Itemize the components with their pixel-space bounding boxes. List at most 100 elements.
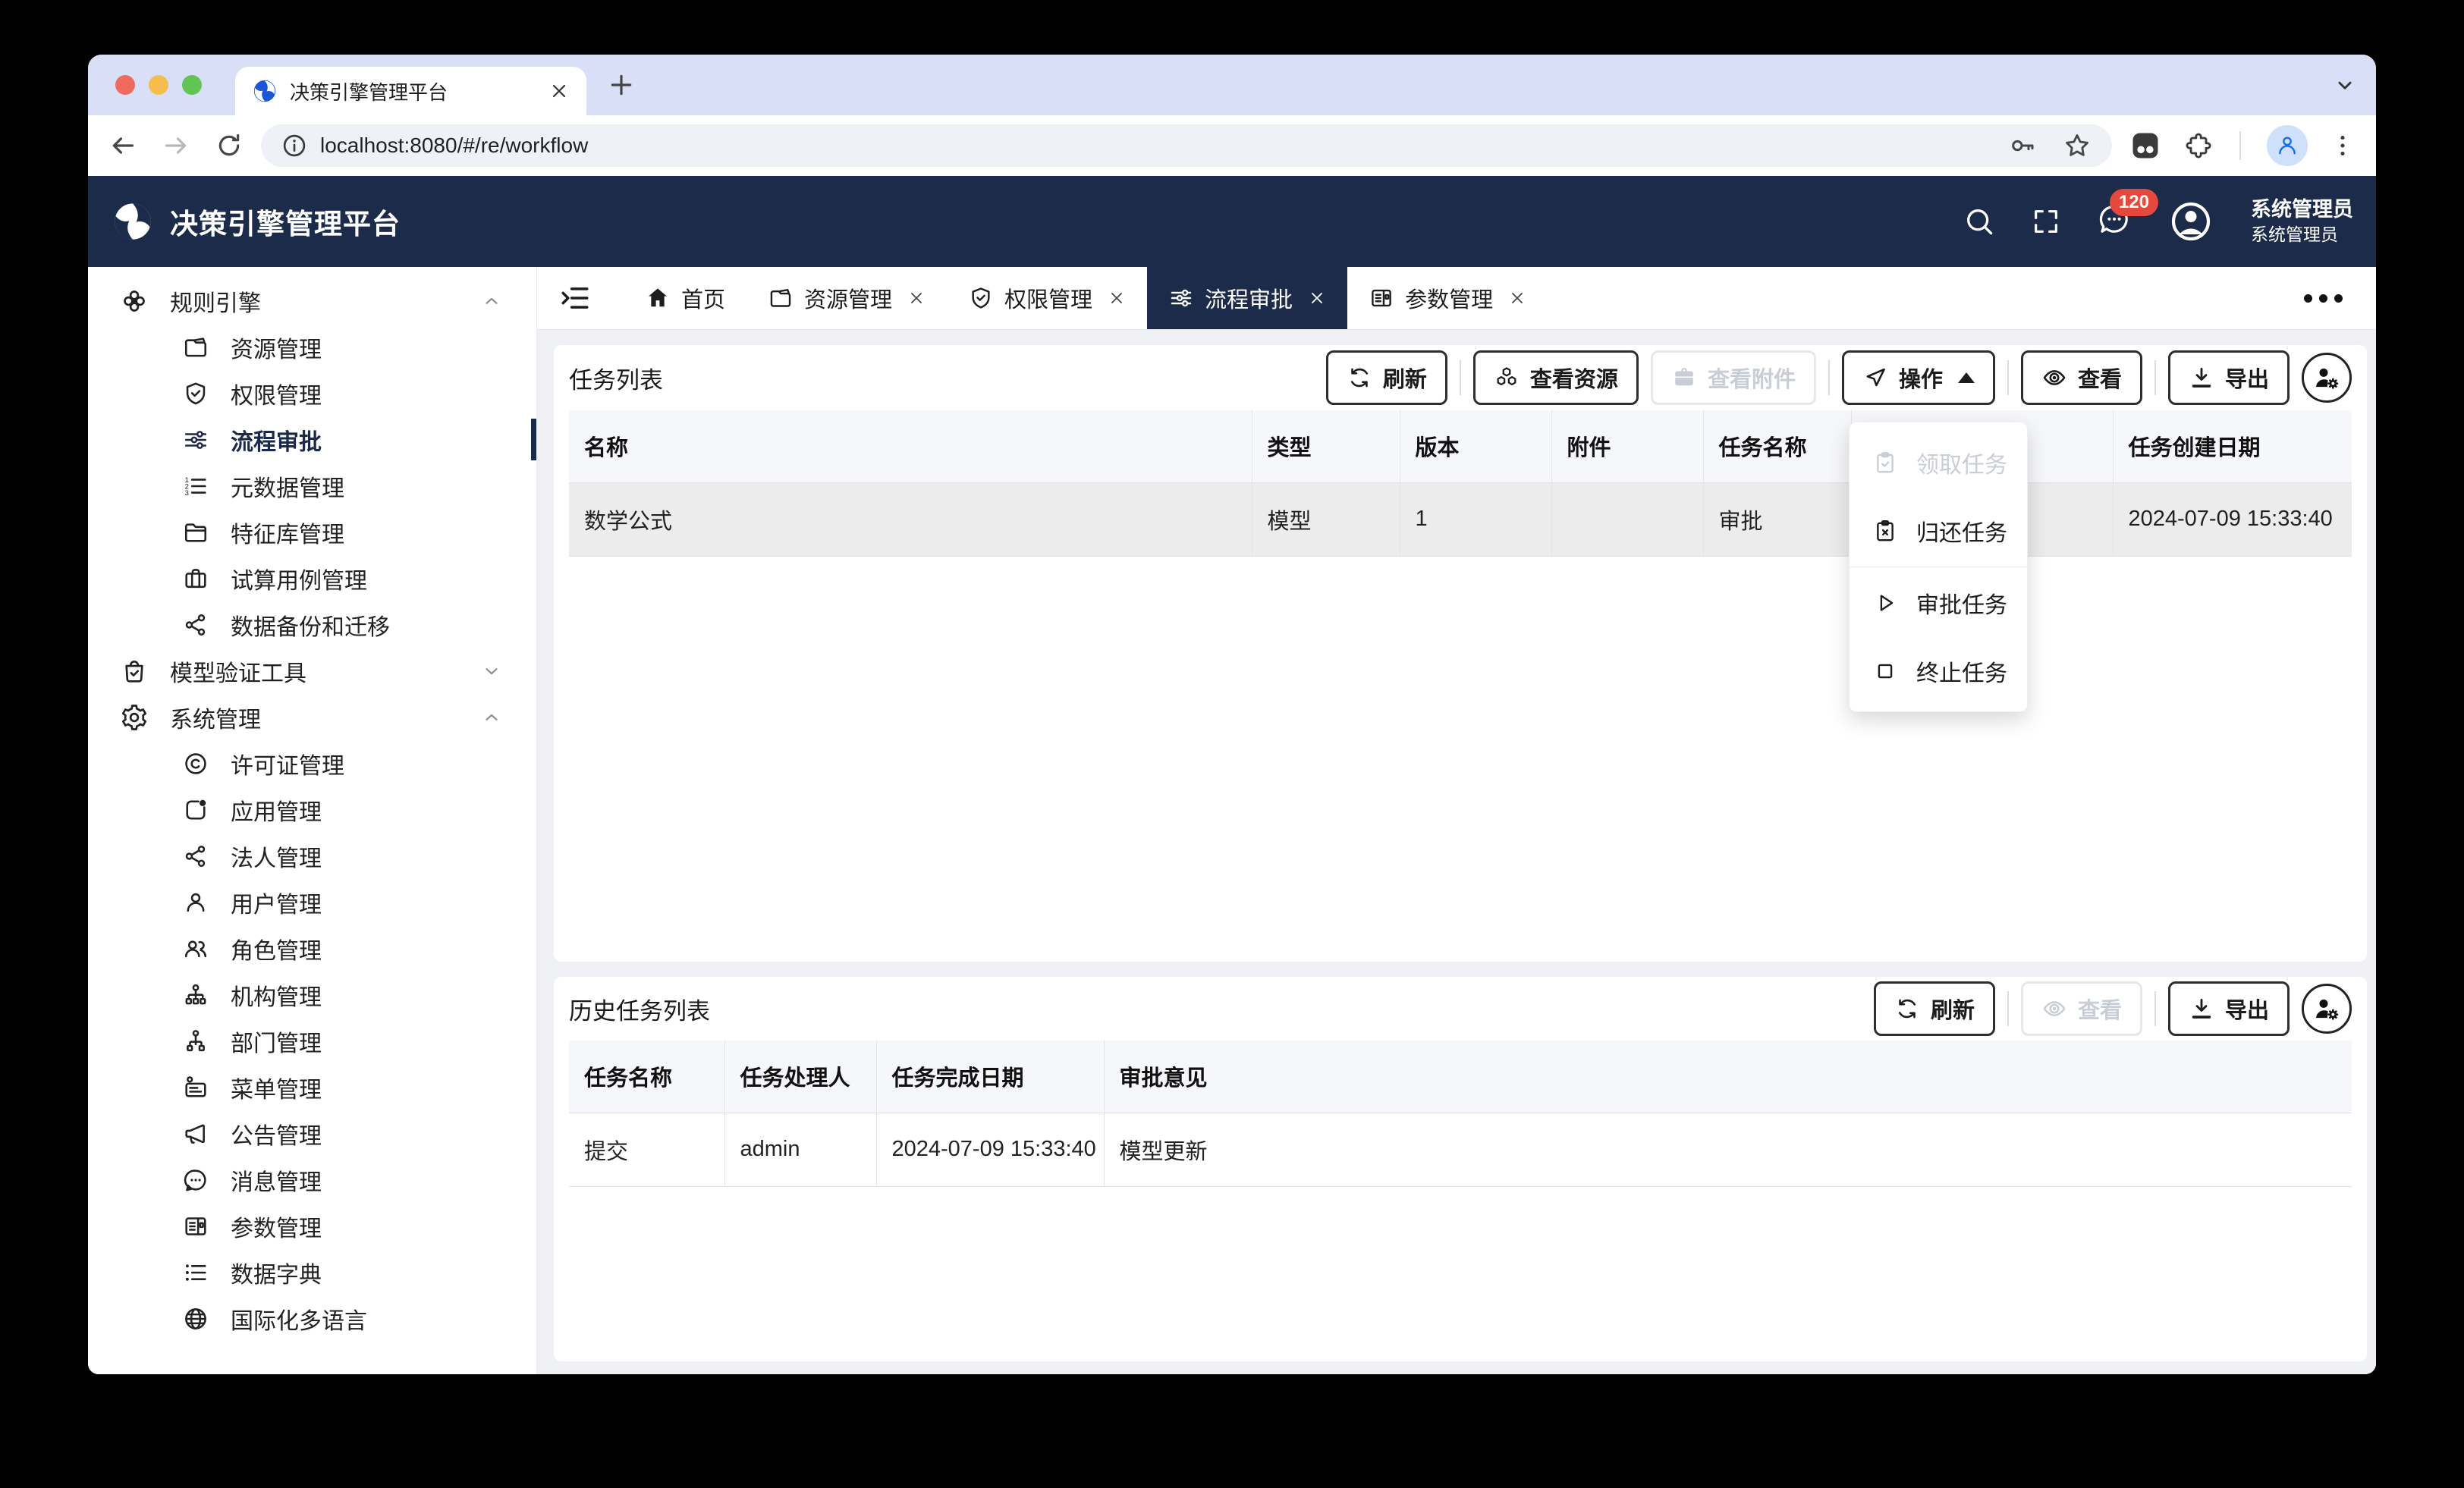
data-table: 名称类型版本附件任务名称任务处理人任务创建日期数学公式模型1审批2024-07-… xyxy=(569,410,2352,557)
menu-item-label: 审批任务 xyxy=(1916,586,2007,620)
task-table-wrap: 名称类型版本附件任务名称任务处理人任务创建日期数学公式模型1审批2024-07-… xyxy=(569,410,2352,557)
tab-parameter-management[interactable]: 参数管理 xyxy=(1347,267,1548,329)
sidebar-item-i18n-languages[interactable]: 国际化多语言 xyxy=(88,1295,536,1342)
reload-icon[interactable] xyxy=(214,130,244,161)
password-key-icon[interactable] xyxy=(2007,130,2038,161)
sidebar-item-data-backup-migration[interactable]: 数据备份和迁移 xyxy=(88,601,536,648)
share-icon xyxy=(182,843,209,870)
history-task-panel: 历史任务列表 刷新查看导出 任务名称任务处理人任务完成日期审批意见提交admin… xyxy=(554,977,2367,1361)
close-tab-icon[interactable] xyxy=(1308,289,1326,307)
button-label: 导出 xyxy=(2225,362,2269,394)
share-icon xyxy=(182,611,209,639)
chevron-up-icon xyxy=(482,708,501,727)
action-dropdown-menu: 领取任务归还任务审批任务终止任务 xyxy=(1849,422,2028,712)
sidebar-item-application-management[interactable]: 应用管理 xyxy=(88,786,536,833)
app-title: 决策引擎管理平台 xyxy=(170,201,401,242)
tab-search-chevron-icon[interactable] xyxy=(2332,72,2358,98)
tab-permission-management[interactable]: 权限管理 xyxy=(947,267,1147,329)
menu-item-approve-task[interactable]: 审批任务 xyxy=(1850,569,2027,637)
minimize-window-button[interactable] xyxy=(149,75,168,95)
messages-button[interactable]: 120 xyxy=(2096,201,2132,241)
close-window-button[interactable] xyxy=(115,75,135,95)
chrome-menu-dots-icon[interactable] xyxy=(2329,132,2356,159)
collapse-sidebar-icon[interactable] xyxy=(558,281,592,315)
sidebar-item-parameter-management[interactable]: 参数管理 xyxy=(88,1203,536,1249)
sidebar-item-label: 机构管理 xyxy=(231,978,322,1012)
sidebar-section-system-management[interactable]: 系统管理 xyxy=(88,694,536,740)
new-tab-button[interactable] xyxy=(606,70,636,100)
sidebar-item-data-dictionary[interactable]: 数据字典 xyxy=(88,1249,536,1295)
menu-item-return-task[interactable]: 归还任务 xyxy=(1850,497,2027,565)
refresh-button[interactable]: 刷新 xyxy=(1326,350,1447,405)
sidebar-item-trial-case-management[interactable]: 试算用例管理 xyxy=(88,555,536,601)
sidebar-item-resource-management[interactable]: 资源管理 xyxy=(88,324,536,370)
search-icon[interactable] xyxy=(1963,205,1996,238)
address-bar[interactable]: localhost:8080/#/re/workflow xyxy=(261,124,2112,167)
column-settings-button[interactable] xyxy=(2302,353,2352,403)
sidebar-item-workflow-approval[interactable]: 流程审批 xyxy=(88,416,536,463)
sidebar-item-label: 流程审批 xyxy=(231,423,322,457)
view-resource-button[interactable]: 查看资源 xyxy=(1473,350,1639,405)
close-tab-icon[interactable] xyxy=(1508,289,1526,307)
table-cell: 数学公式 xyxy=(569,482,1252,556)
forward-icon[interactable] xyxy=(161,130,191,161)
gear-icon xyxy=(120,703,149,732)
sidebar-item-label: 资源管理 xyxy=(231,331,322,364)
sidebar-section-rule-engine[interactable]: 规则引擎 xyxy=(88,278,536,324)
sidebar-item-license-management[interactable]: 许可证管理 xyxy=(88,740,536,786)
sidebar-item-label: 参数管理 xyxy=(231,1210,322,1243)
column-header: 任务完成日期 xyxy=(876,1041,1104,1113)
close-tab-icon[interactable] xyxy=(548,80,570,102)
close-tab-icon[interactable] xyxy=(1108,289,1126,307)
clipboard-check-icon xyxy=(1872,450,1898,476)
column-header: 任务名称 xyxy=(569,1041,724,1113)
sidebar-item-metadata-management[interactable]: 123元数据管理 xyxy=(88,463,536,509)
export-button[interactable]: 导出 xyxy=(2168,981,2290,1036)
sidebar-section-model-validation-tools[interactable]: 模型验证工具 xyxy=(88,648,536,694)
browser-tab[interactable]: 决策引擎管理平台 xyxy=(235,67,586,115)
site-info-icon[interactable] xyxy=(281,132,308,159)
more-tabs-icon[interactable] xyxy=(2304,294,2343,303)
sidebar-item-message-management[interactable]: 消息管理 xyxy=(88,1157,536,1203)
sidebar: 规则引擎资源管理权限管理流程审批 123元数据管理特征库管理试算用例管理数据备份和… xyxy=(88,267,537,1374)
zoom-window-button[interactable] xyxy=(182,75,202,95)
table-row[interactable]: 提交admin2024-07-09 15:33:40模型更新 xyxy=(569,1113,2352,1186)
user-avatar-icon[interactable] xyxy=(2167,198,2214,245)
sidebar-item-feature-library[interactable]: 特征库管理 xyxy=(88,509,536,555)
sidebar-item-permission-management[interactable]: 权限管理 xyxy=(88,370,536,416)
menu-item-terminate-task[interactable]: 终止任务 xyxy=(1850,637,2027,705)
download-icon xyxy=(2189,996,2214,1022)
chat-icon xyxy=(182,1166,209,1194)
table-row[interactable]: 数学公式模型1审批2024-07-09 15:33:40 xyxy=(569,482,2352,556)
action-button[interactable]: 操作 xyxy=(1842,350,1995,405)
refresh-button[interactable]: 刷新 xyxy=(1874,981,1995,1036)
back-icon[interactable] xyxy=(108,130,138,161)
sidebar-item-role-management[interactable]: 角色管理 xyxy=(88,925,536,972)
sidebar-item-label: 应用管理 xyxy=(231,793,322,827)
tab-home[interactable]: 首页 xyxy=(624,267,746,329)
sidebar-item-announcement-management[interactable]: 公告管理 xyxy=(88,1110,536,1157)
bookmark-star-icon[interactable] xyxy=(2062,130,2092,161)
fullscreen-icon[interactable] xyxy=(2031,206,2061,237)
home-icon xyxy=(645,285,671,311)
column-settings-button[interactable] xyxy=(2302,984,2352,1034)
tab-resource-management[interactable]: 资源管理 xyxy=(746,267,947,329)
tab-label: 权限管理 xyxy=(1004,282,1092,314)
browser-tab-title: 决策引擎管理平台 xyxy=(290,77,548,105)
sidebar-item-organization-management[interactable]: 机构管理 xyxy=(88,972,536,1018)
close-tab-icon[interactable] xyxy=(907,289,926,307)
sidebar-item-menu-management[interactable]: 菜单管理 xyxy=(88,1064,536,1110)
table-cell: 2024-07-09 15:33:40 xyxy=(876,1113,1104,1186)
tab-workflow-approval[interactable]: 流程审批 xyxy=(1147,267,1347,329)
sidebar-item-user-management[interactable]: 用户管理 xyxy=(88,879,536,925)
task-toolbar: 刷新查看资源查看附件操作查看导出 xyxy=(1326,350,2352,405)
chrome-profile-avatar[interactable] xyxy=(2267,125,2308,166)
button-label: 查看资源 xyxy=(1530,362,1618,394)
export-button[interactable]: 导出 xyxy=(2168,350,2290,405)
extension-shortcut-icon[interactable] xyxy=(2129,129,2162,162)
sidebar-item-legal-entity-management[interactable]: 法人管理 xyxy=(88,833,536,879)
view-button[interactable]: 查看 xyxy=(2021,350,2142,405)
sidebar-item-department-management[interactable]: 部门管理 xyxy=(88,1018,536,1064)
extensions-puzzle-icon[interactable] xyxy=(2183,130,2214,161)
page-tab-bar: 首页资源管理 权限管理 流程审批参数管理 xyxy=(537,267,2376,330)
